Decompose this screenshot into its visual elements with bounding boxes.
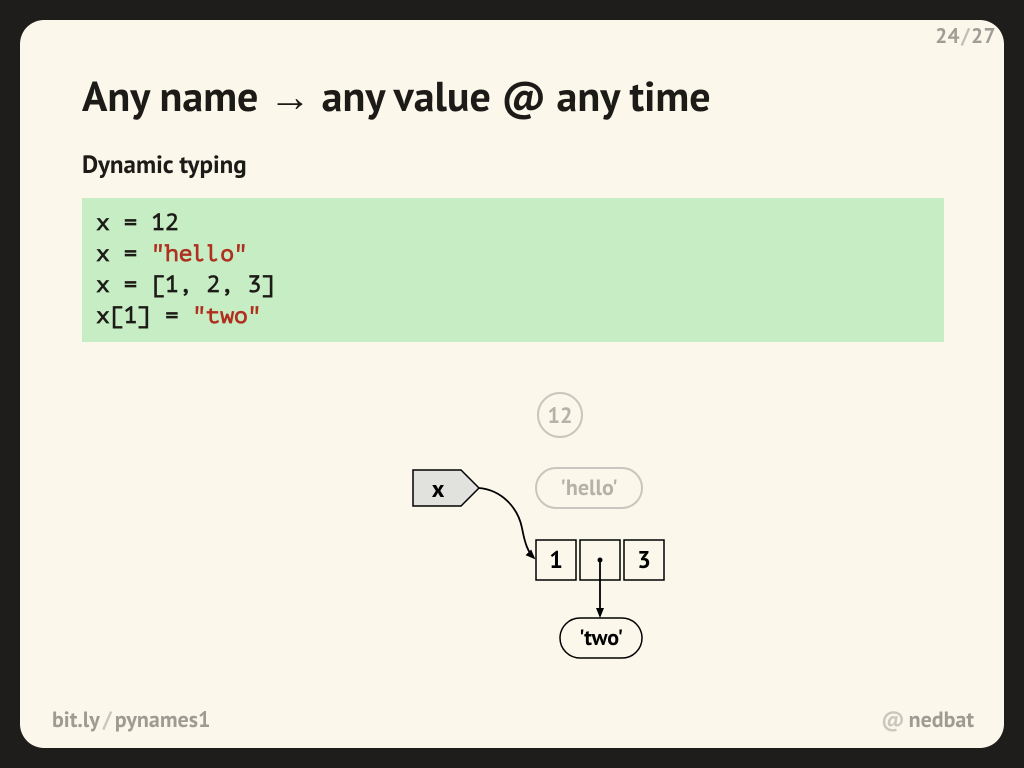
code-line-2-str: "hello" — [151, 242, 248, 267]
arrow-x-to-list — [479, 488, 534, 558]
footer-handle: @nedbat — [881, 706, 974, 734]
page-total: 27 — [971, 22, 996, 49]
orphan-int: 12 — [538, 393, 582, 437]
handle-name: nedbat — [909, 706, 974, 734]
code-block: x = 12 x = "hello" x = [1, 2, 3] x[1] = … — [82, 198, 944, 342]
ref-str-two: 'two' — [560, 618, 642, 658]
orphan-str-value: 'hello' — [560, 474, 617, 502]
code-line-1: x = 12 — [96, 211, 179, 236]
diagram: x 12 'hello' 1 3 'two' — [20, 20, 1004, 748]
name-tag-x: x — [413, 470, 479, 506]
code-line-3: x = [1, 2, 3] — [96, 273, 275, 298]
page-sep: / — [960, 22, 971, 49]
slide: 24/27 Any name → any value @ any time Dy… — [20, 20, 1004, 748]
footer-link: bit.ly/pynames1 — [52, 706, 210, 734]
list-cell-0: 1 — [549, 544, 563, 575]
list-cell-1-dot — [598, 558, 603, 563]
slide-subtitle: Dynamic typing — [82, 148, 247, 180]
orphan-str: 'hello' — [536, 468, 642, 508]
ref-str-two-value: 'two' — [579, 624, 623, 652]
code-line-2a: x = — [96, 242, 151, 267]
footer-url-path: pynames1 — [115, 706, 211, 734]
list-cell-2: 3 — [637, 544, 651, 575]
code-line-4a: x[1] = — [96, 304, 193, 329]
page-current: 24 — [935, 22, 960, 49]
page-counter: 24/27 — [935, 22, 996, 49]
code-line-4-str: "two" — [193, 304, 262, 329]
footer-url-host: bit.ly — [52, 706, 100, 734]
handle-at: @ — [881, 706, 908, 734]
orphan-int-value: 12 — [548, 402, 573, 430]
footer-url-sep: / — [100, 706, 115, 734]
list-cells: 1 3 — [536, 540, 664, 580]
name-tag-label: x — [432, 473, 445, 504]
slide-title: Any name → any value @ any time — [82, 68, 711, 123]
